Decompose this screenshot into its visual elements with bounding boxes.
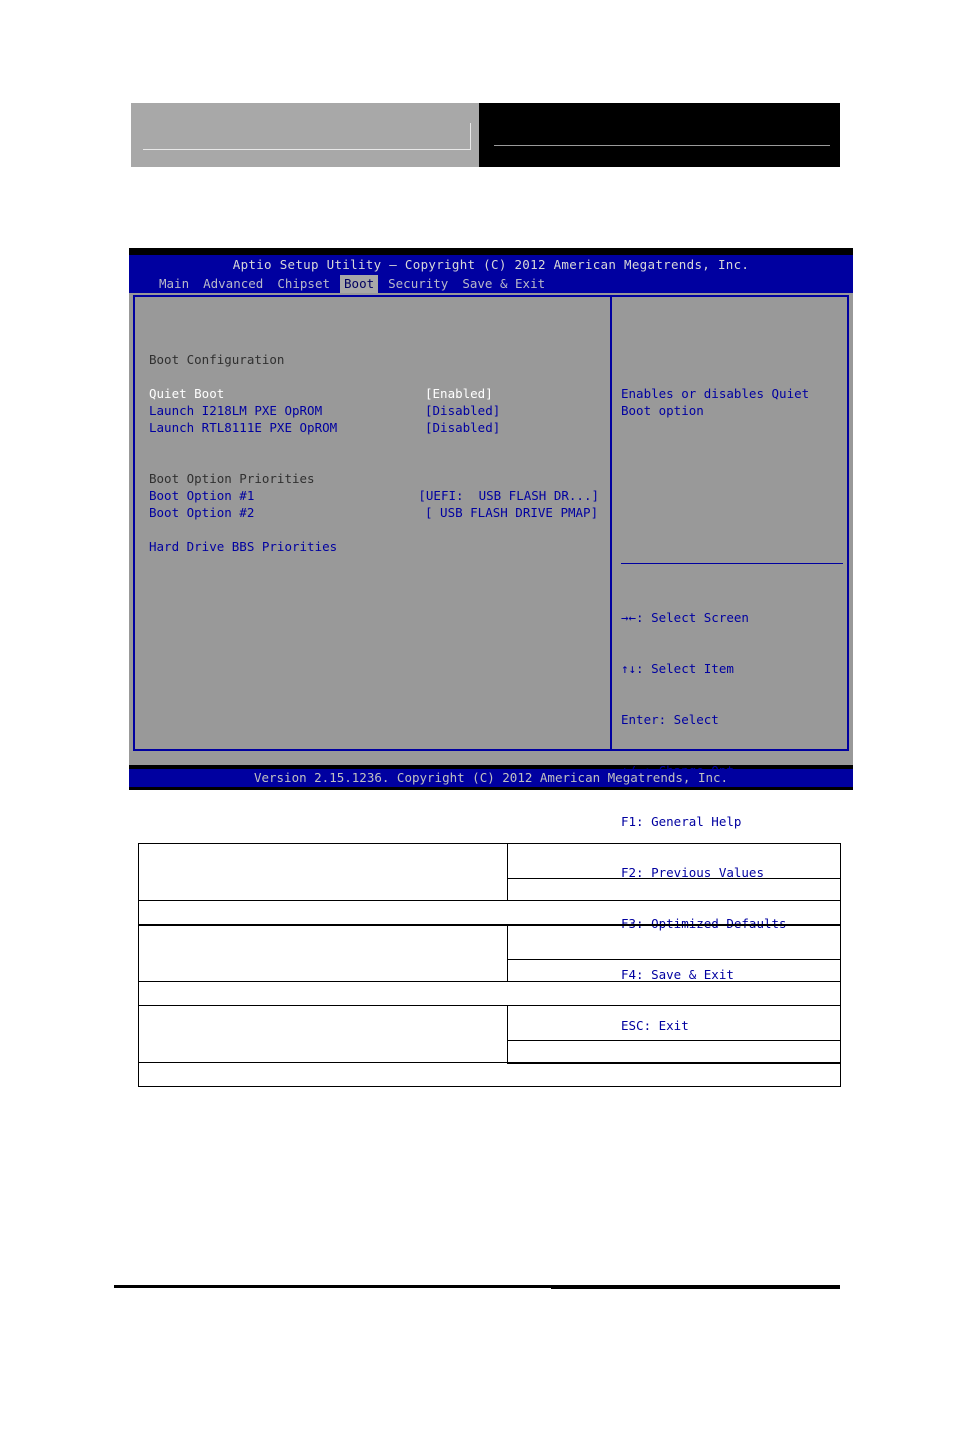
- table-cell-full: [138, 1062, 841, 1087]
- help-text: Enables or disables Quiet Boot option: [621, 386, 817, 418]
- section-heading-boot-option-priorities: Boot Option Priorities: [149, 470, 599, 487]
- setting-row-boot-option-1[interactable]: Boot Option #1 [UEFI: USB FLASH DR...]: [149, 487, 599, 504]
- key-legend-enter-select: Enter: Select: [621, 712, 719, 727]
- row-spacer: [149, 436, 599, 470]
- setting-label-quiet-boot: Quiet Boot: [149, 386, 225, 401]
- table-cell-full: [138, 900, 841, 926]
- header-right-rule: [494, 145, 830, 146]
- submenu-label: Hard Drive BBS Priorities: [149, 539, 338, 554]
- setting-row-launch-rtl8111e-pxe-oprom[interactable]: Launch RTL8111E PXE OpROM [Disabled]: [149, 419, 599, 436]
- table-row: [138, 1062, 841, 1087]
- setting-value-quiet-boot[interactable]: [Enabled]: [425, 385, 493, 402]
- header-box-right: [479, 103, 840, 167]
- tab-advanced[interactable]: Advanced: [199, 275, 267, 293]
- table-cell-value: [507, 959, 841, 982]
- tab-boot[interactable]: Boot: [340, 275, 379, 293]
- table-cell-label: [138, 1005, 508, 1063]
- setting-row-boot-option-2[interactable]: Boot Option #2 [ USB FLASH DRIVE PMAP]: [149, 504, 599, 521]
- bios-settings-pane: Boot Configuration Quiet Boot [Enabled] …: [149, 351, 599, 555]
- row-spacer: [149, 521, 599, 538]
- bios-setup-screen: Aptio Setup Utility – Copyright (C) 2012…: [129, 248, 853, 1033]
- page-header: [131, 103, 840, 167]
- header-left-rule: [143, 149, 471, 150]
- key-legend-select-screen: →←: Select Screen: [621, 610, 749, 625]
- setting-value-launch-i218lm-pxe-oprom[interactable]: [Disabled]: [425, 402, 500, 419]
- table-cell-value: [507, 924, 841, 960]
- table-row: [138, 1005, 841, 1063]
- bios-version-bar: Version 2.15.1236. Copyright (C) 2012 Am…: [129, 769, 853, 787]
- table-row: [138, 981, 841, 1006]
- section-heading-boot-configuration: Boot Configuration: [149, 351, 599, 368]
- table-cell-label: [138, 843, 508, 901]
- table-cell-value: [507, 878, 841, 901]
- table-row: [138, 924, 841, 982]
- bios-body: Boot Configuration Quiet Boot [Enabled] …: [129, 293, 853, 1033]
- help-divider: [621, 563, 843, 564]
- tab-chipset[interactable]: Chipset: [273, 275, 334, 293]
- submenu-hard-drive-bbs-priorities[interactable]: Hard Drive BBS Priorities: [149, 538, 599, 555]
- table-cell-full: [138, 981, 841, 1006]
- bios-panel-divider: [610, 295, 612, 751]
- bios-title: Aptio Setup Utility – Copyright (C) 2012…: [129, 255, 853, 275]
- bios-tab-bar: Main Advanced Chipset Boot Security Save & Ex…: [129, 275, 853, 293]
- setting-label-launch-i218lm-pxe-oprom: Launch I218LM PXE OpROM: [149, 403, 323, 418]
- setting-value-boot-option-2[interactable]: [ USB FLASH DRIVE PMAP]: [425, 504, 598, 521]
- table-cell-value: [507, 1040, 841, 1064]
- header-box-left: [131, 103, 479, 167]
- setting-value-boot-option-1[interactable]: [UEFI: USB FLASH DR...]: [418, 487, 599, 504]
- table-row: [138, 900, 841, 926]
- key-legend-f1-general-help: F1: General Help: [621, 814, 742, 829]
- setting-row-launch-i218lm-pxe-oprom[interactable]: Launch I218LM PXE OpROM [Disabled]: [149, 402, 599, 419]
- table-cell-label: [138, 924, 508, 982]
- table-cell-value: [507, 1005, 841, 1041]
- setting-value-launch-rtl8111e-pxe-oprom[interactable]: [Disabled]: [425, 419, 500, 436]
- setting-row-quiet-boot[interactable]: Quiet Boot [Enabled]: [149, 385, 599, 402]
- bios-help-pane: Enables or disables Quiet Boot option: [621, 351, 843, 453]
- key-legend-select-item: ↑↓: Select Item: [621, 661, 734, 676]
- spec-table: [138, 843, 841, 1087]
- header-left-vertical-rule: [470, 123, 471, 150]
- tab-security[interactable]: Security: [384, 275, 452, 293]
- section-heading-label: Boot Option Priorities: [149, 471, 315, 486]
- table-row: [138, 843, 841, 901]
- row-spacer: [149, 368, 599, 385]
- tab-save-exit[interactable]: Save & Exit: [458, 275, 549, 293]
- setting-label-boot-option-2: Boot Option #2: [149, 505, 255, 520]
- section-heading-label: Boot Configuration: [149, 352, 285, 367]
- tab-main[interactable]: Main: [155, 275, 193, 293]
- footer-rule-extension: [551, 1285, 840, 1289]
- setting-label-boot-option-1: Boot Option #1: [149, 488, 255, 503]
- table-cell-value: [507, 843, 841, 879]
- setting-label-launch-rtl8111e-pxe-oprom: Launch RTL8111E PXE OpROM: [149, 420, 338, 435]
